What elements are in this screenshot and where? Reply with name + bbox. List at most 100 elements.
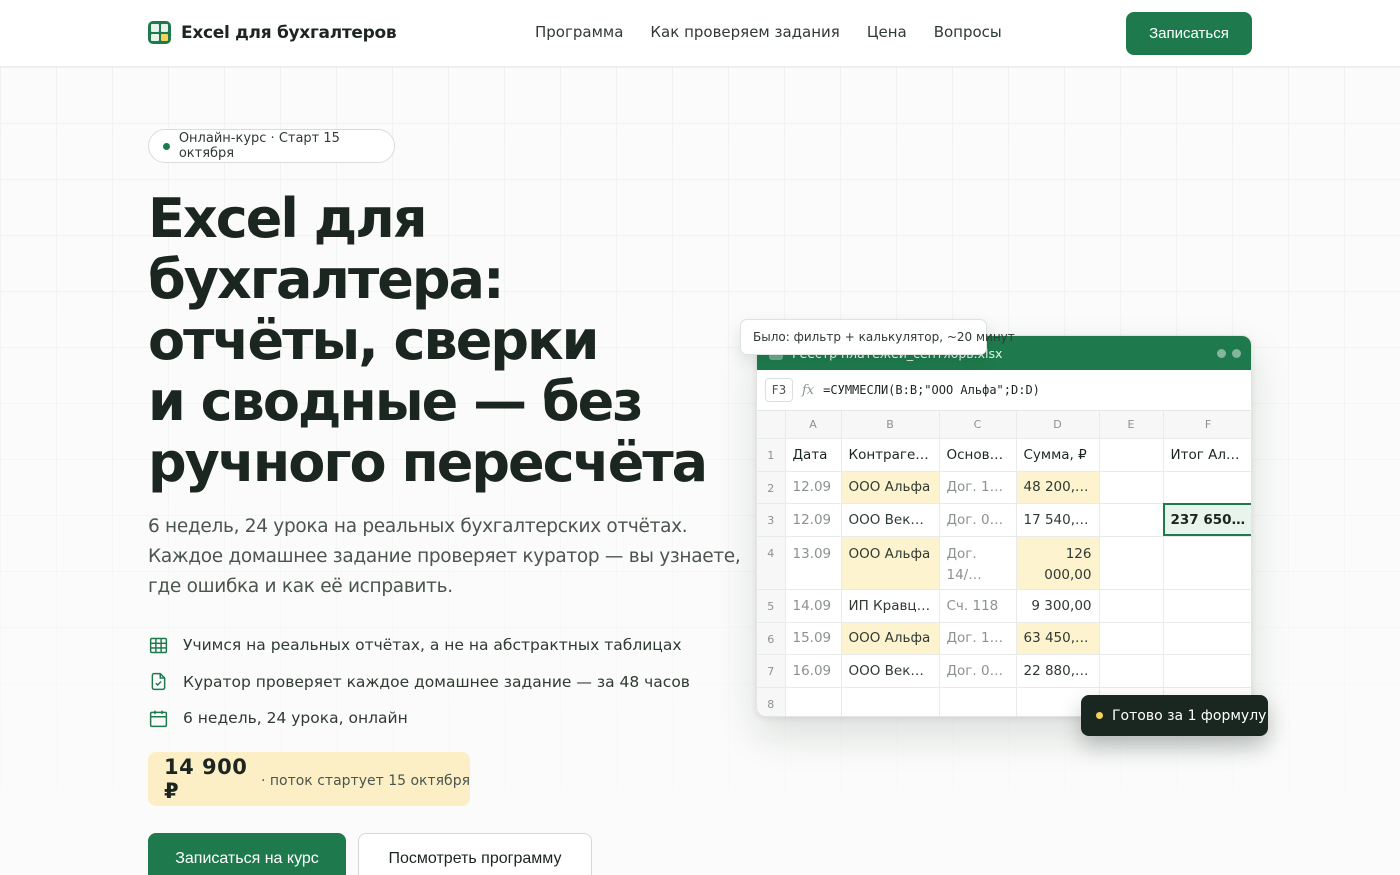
feature-text: Куратор проверяет каждое домашнее задани… bbox=[183, 672, 690, 691]
hero-title-line: и сводные — без bbox=[148, 370, 644, 433]
document-check-icon bbox=[151, 673, 166, 691]
spreadsheet-grid: A B C D E F 1 Дата Контрагент Основа… Су… bbox=[757, 411, 1251, 716]
main-nav: Программа Как проверяем задания Цена Воп… bbox=[535, 23, 1002, 41]
row-number: 2 bbox=[757, 471, 786, 504]
sum-cell: 63 450,00 bbox=[1016, 622, 1100, 655]
basis-cell: Дог. 14/… bbox=[939, 536, 1017, 590]
empty-cell bbox=[1099, 589, 1164, 623]
enroll-button[interactable]: Записаться на курс bbox=[148, 833, 346, 875]
empty-cell bbox=[939, 687, 1017, 716]
result-cell[interactable]: 237 650,00 bbox=[1163, 503, 1251, 537]
hero-subtitle-line: Каждое домашнее задание проверяет курато… bbox=[148, 546, 741, 567]
window-controls bbox=[1217, 349, 1241, 358]
price-note: · поток стартует 15 октября bbox=[260, 773, 470, 789]
feature-item: Учимся на реальных отчётах, а не на абст… bbox=[148, 627, 690, 664]
column-header-row: A B C D E F bbox=[757, 411, 1251, 439]
nav-link-faq[interactable]: Вопросы bbox=[934, 23, 1002, 41]
table-row: 4 13.09 ООО Альфа Дог. 14/… 126 000,00 bbox=[757, 536, 1251, 590]
total-cell bbox=[1163, 536, 1251, 590]
row-number: 6 bbox=[757, 622, 786, 655]
calendar-icon bbox=[149, 710, 168, 727]
before-tooltip: Было: фильтр + калькулятор, ~20 минут bbox=[740, 319, 1015, 355]
header-signup-button[interactable]: Записаться bbox=[1126, 12, 1252, 55]
course-price: 14 900 ₽ bbox=[164, 755, 248, 803]
party-cell: ООО Альфа bbox=[841, 536, 940, 590]
feature-text: 6 недель, 24 урока, онлайн bbox=[183, 709, 408, 728]
column-header: F bbox=[1163, 411, 1251, 439]
fx-icon: fx bbox=[802, 382, 815, 398]
nav-link-how-we-check[interactable]: Как проверяем задания bbox=[650, 23, 839, 41]
course-badge: Онлайн-курс · Старт 15 октября bbox=[148, 129, 395, 163]
column-header: E bbox=[1099, 411, 1164, 439]
corner-cell bbox=[757, 411, 786, 439]
sum-cell: 9 300,00 bbox=[1016, 589, 1100, 623]
cell-reference: F3 bbox=[765, 378, 793, 402]
total-cell bbox=[1163, 654, 1251, 688]
header-cell: Контрагент bbox=[841, 438, 940, 472]
row-number: 3 bbox=[757, 503, 786, 537]
date-cell: 16.09 bbox=[785, 654, 842, 688]
table-row: 5 14.09 ИП Кравцов Сч. 118 9 300,00 bbox=[757, 589, 1251, 623]
date-cell: 12.09 bbox=[785, 503, 842, 537]
hero-title-line: Excel для bbox=[148, 187, 428, 250]
column-header: C bbox=[939, 411, 1017, 439]
sum-cell: 17 540,00 bbox=[1016, 503, 1100, 537]
party-cell: ИП Кравцов bbox=[841, 589, 940, 623]
table-row: 3 12.09 ООО Вектор Дог. 03/… 17 540,00 2… bbox=[757, 503, 1251, 537]
basis-cell: Сч. 118 bbox=[939, 589, 1017, 623]
total-cell bbox=[1163, 589, 1251, 623]
view-program-button[interactable]: Посмотреть программу bbox=[358, 833, 592, 875]
feature-text: Учимся на реальных отчётах, а не на абст… bbox=[183, 636, 682, 655]
nav-link-program[interactable]: Программа bbox=[535, 23, 623, 41]
course-badge-text: Онлайн-курс · Старт 15 октября bbox=[178, 131, 340, 161]
date-cell: 14.09 bbox=[785, 589, 842, 623]
sum-cell: 126 000,00 bbox=[1016, 536, 1100, 590]
feature-item: 6 недель, 24 урока, онлайн bbox=[148, 700, 690, 737]
header-cell: Основа… bbox=[939, 438, 1017, 472]
basis-cell: Дог. 14/… bbox=[939, 471, 1017, 504]
spreadsheet-logo-icon bbox=[148, 21, 171, 44]
feature-list: Учимся на реальных отчётах, а не на абст… bbox=[148, 627, 690, 737]
hero-subtitle: 6 недель, 24 урока на реальных бухгалтер… bbox=[148, 512, 741, 602]
empty-cell bbox=[841, 687, 940, 716]
table-header-row: 1 Дата Контрагент Основа… Сумма, ₽ Итог … bbox=[757, 438, 1251, 472]
party-cell: ООО Вектор bbox=[841, 654, 940, 688]
formula-bar: F3 fx =СУММЕСЛИ(B:B;"ООО Альфа";D:D) bbox=[757, 370, 1251, 411]
party-cell: ООО Альфа bbox=[841, 622, 940, 655]
basis-cell: Дог. 03/… bbox=[939, 654, 1017, 688]
header-cell: Сумма, ₽ bbox=[1016, 438, 1100, 472]
party-cell: ООО Альфа bbox=[841, 471, 940, 504]
row-number: 5 bbox=[757, 589, 786, 623]
status-dot-icon bbox=[163, 142, 170, 150]
hero-title-line: отчёты, сверки bbox=[148, 309, 599, 372]
row-number: 7 bbox=[757, 654, 786, 688]
hero-title: Excel для бухгалтера: отчёты, сверки и с… bbox=[148, 188, 708, 493]
table-row: 6 15.09 ООО Альфа Дог. 17/… 63 450,00 bbox=[757, 622, 1251, 655]
price-box: 14 900 ₽ · поток стартует 15 октября bbox=[148, 752, 470, 806]
hero-title-line: бухгалтера: bbox=[148, 248, 505, 311]
sum-cell: 48 200,00 bbox=[1016, 471, 1100, 504]
header-cell bbox=[1099, 438, 1164, 472]
empty-cell bbox=[1099, 654, 1164, 688]
row-number: 1 bbox=[757, 438, 786, 472]
empty-cell bbox=[1099, 622, 1164, 655]
empty-cell bbox=[1099, 471, 1164, 504]
window-dot-icon bbox=[1232, 349, 1241, 358]
logo[interactable]: Excel для бухгалтеров bbox=[148, 21, 397, 44]
empty-cell bbox=[1099, 536, 1164, 590]
party-cell: ООО Вектор bbox=[841, 503, 940, 537]
hero-subtitle-line: 6 недель, 24 урока на реальных бухгалтер… bbox=[148, 516, 688, 537]
header-cell: Итог Альфа bbox=[1163, 438, 1251, 472]
nav-link-price[interactable]: Цена bbox=[867, 23, 907, 41]
header-cell: Дата bbox=[785, 438, 842, 472]
feature-item: Куратор проверяет каждое домашнее задани… bbox=[148, 664, 690, 701]
table-icon bbox=[149, 637, 168, 653]
row-number: 8 bbox=[757, 687, 786, 716]
basis-cell: Дог. 17/… bbox=[939, 622, 1017, 655]
date-cell: 12.09 bbox=[785, 471, 842, 504]
window-dot-icon bbox=[1217, 349, 1226, 358]
site-header: Excel для бухгалтеров Программа Как пров… bbox=[0, 0, 1400, 67]
logo-text: Excel для бухгалтеров bbox=[181, 22, 397, 43]
formula-text: =СУММЕСЛИ(B:B;"ООО Альфа";D:D) bbox=[823, 383, 1040, 397]
done-toast: Готово за 1 формулу bbox=[1081, 695, 1268, 736]
